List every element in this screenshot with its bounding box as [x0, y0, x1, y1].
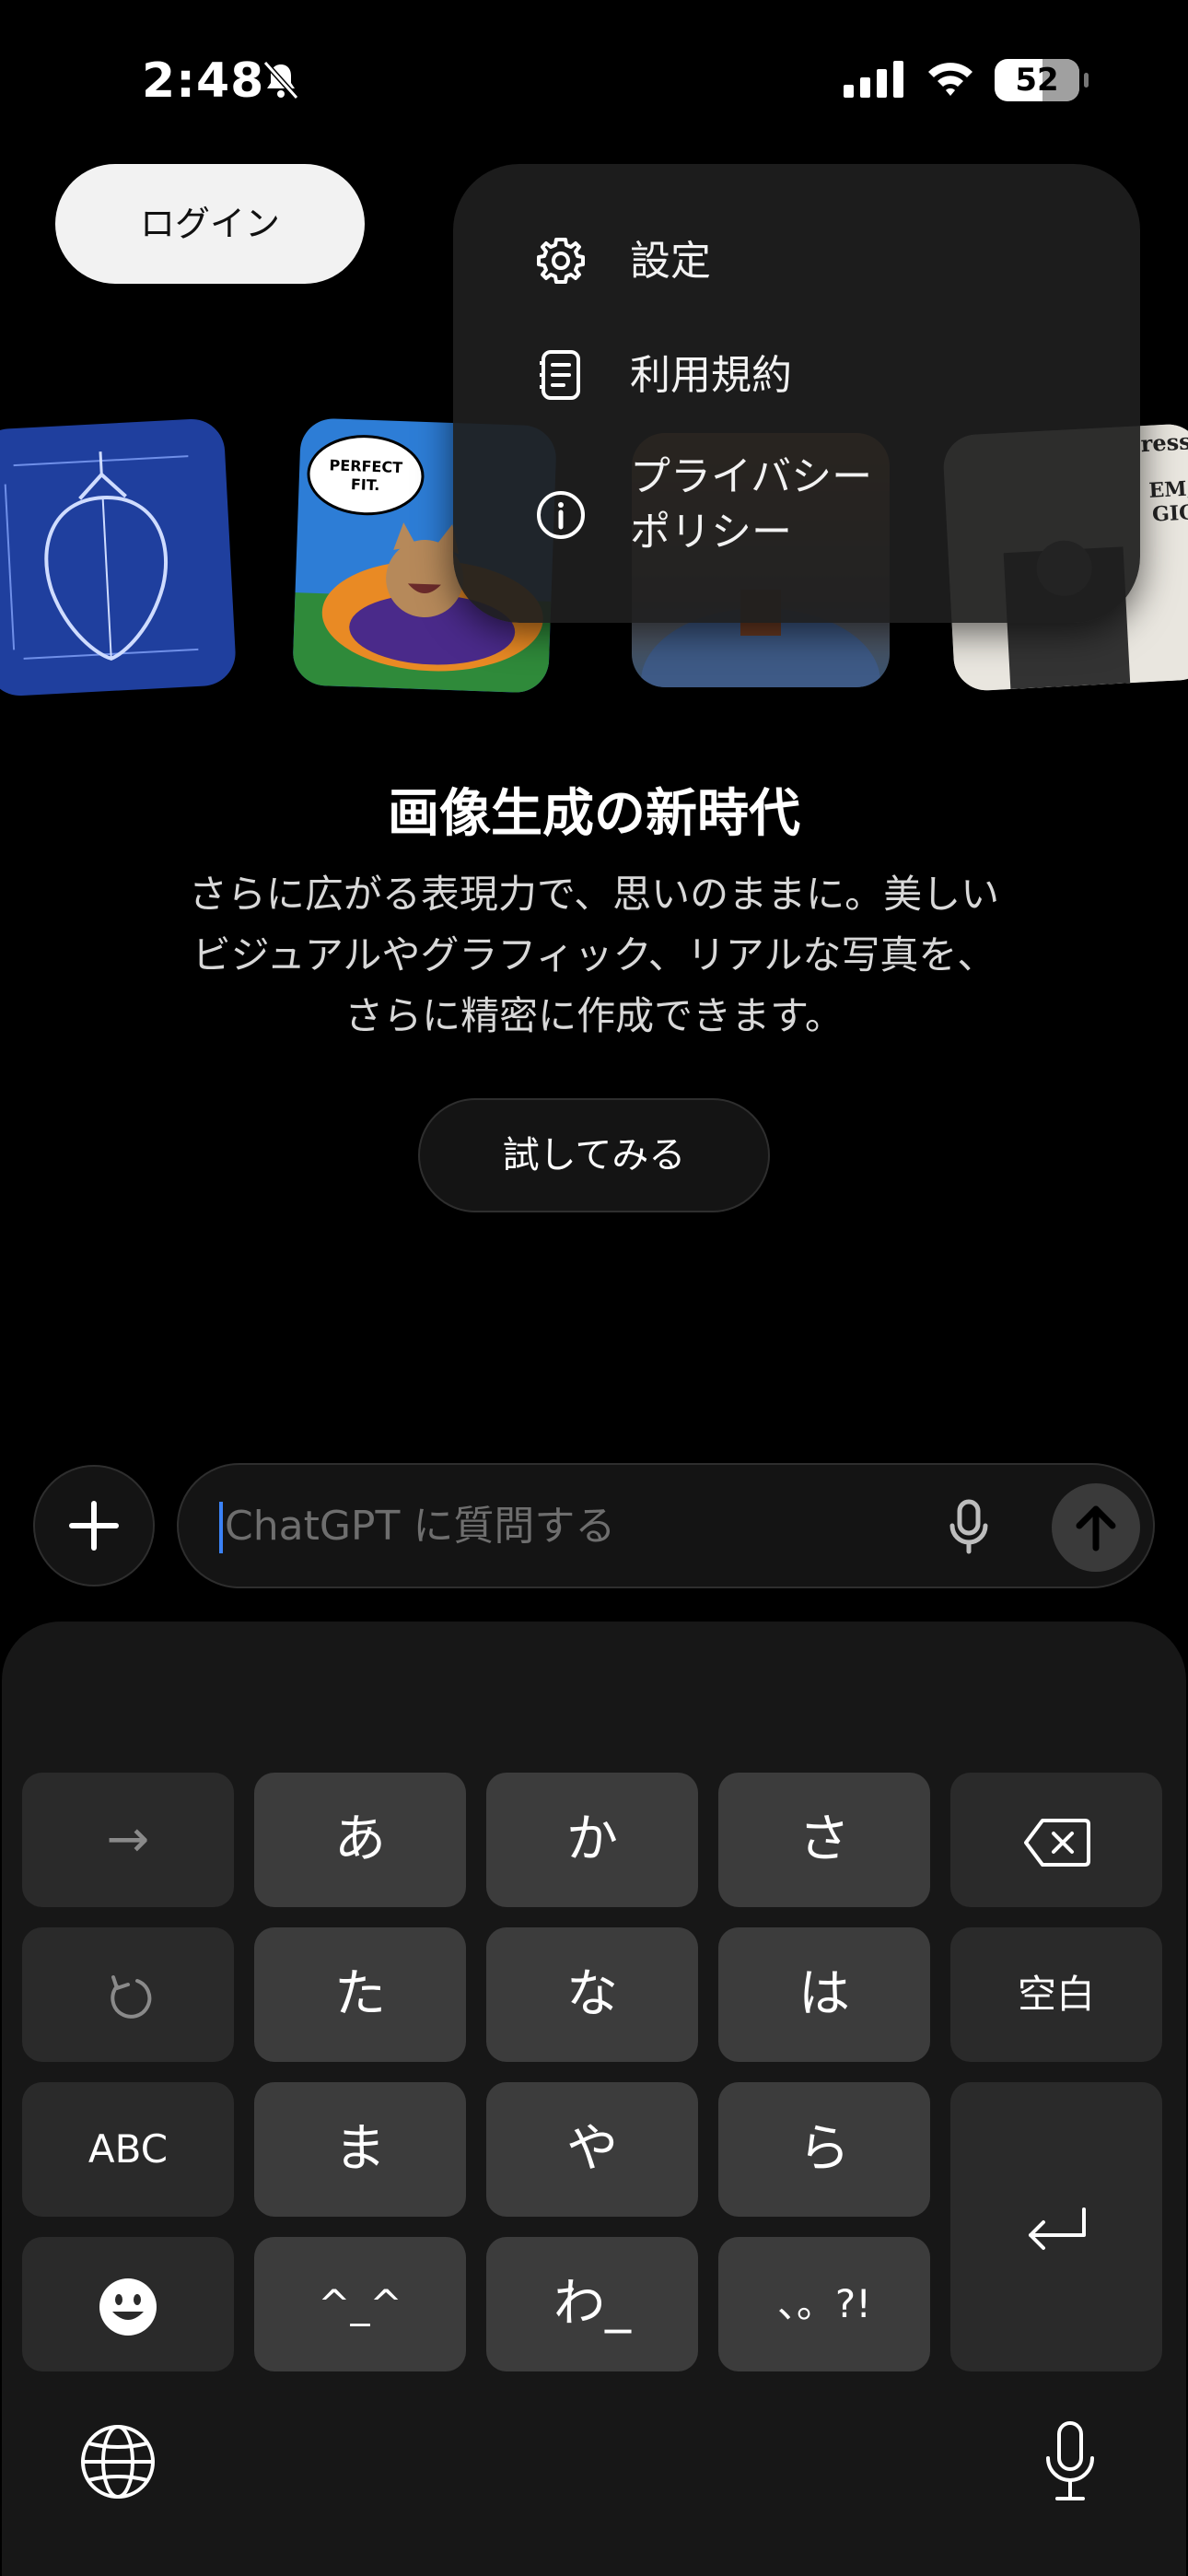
emoji-icon [99, 2277, 157, 2336]
promo-description-line1: さらに広がる表現力で、思いのままに。美しい [188, 872, 1000, 917]
add-attachment-button[interactable] [33, 1465, 155, 1587]
return-key[interactable] [950, 2082, 1162, 2371]
bell-slash-icon [262, 60, 299, 100]
menu-item-settings-label: 設定 [630, 238, 711, 285]
battery-icon: 52 [995, 59, 1089, 101]
key-ya[interactable]: や [486, 2082, 698, 2217]
dictation-icon[interactable] [1041, 2419, 1100, 2504]
key-ra[interactable]: ら [718, 2082, 930, 2217]
message-input[interactable]: ChatGPT に質問する [177, 1463, 1155, 1588]
text-caret [219, 1502, 223, 1553]
key-ha[interactable]: は [718, 1927, 930, 2062]
strawberry-blueprint-image [4, 451, 199, 661]
key-next-arrow[interactable]: → [22, 1773, 234, 1907]
menu-item-terms-label: 利用規約 [630, 352, 792, 399]
promo-description-line2: ビジュアルやグラフィック、リアルな写真を、 [192, 932, 996, 978]
menu-item-settings[interactable]: 設定 [453, 221, 1140, 304]
message-input-placeholder: ChatGPT に質問する [225, 1503, 616, 1550]
emoji-key[interactable] [22, 2237, 234, 2371]
privacy-label-line2: ポリシー [630, 509, 792, 556]
cat-bubble-line1: PERFECT [329, 456, 402, 476]
cat-bubble-line2: FIT. [351, 475, 380, 494]
arrow-up-icon [1076, 1505, 1116, 1551]
try-it-button[interactable]: 試してみる [418, 1098, 770, 1212]
document-icon [540, 350, 580, 400]
send-button[interactable] [1052, 1483, 1140, 1572]
cellular-signal-icon [844, 61, 903, 98]
microphone-icon[interactable] [939, 1496, 998, 1555]
delete-icon [1024, 1818, 1090, 1867]
privacy-label-line1: プライバシー [630, 453, 873, 500]
key-sa[interactable]: さ [718, 1773, 930, 1907]
wifi-icon [928, 63, 973, 96]
promo-description: さらに広がる表現力で、思いのままに。美しい ビジュアルやグラフィック、リアルな写… [111, 864, 1077, 1047]
key-ma[interactable]: ま [254, 2082, 466, 2217]
gear-icon [537, 238, 585, 284]
plus-icon [69, 1501, 119, 1551]
key-na[interactable]: な [486, 1927, 698, 2062]
news-headline-1: EM, [1148, 476, 1188, 503]
menu-item-privacy-policy[interactable]: プライバシー ポリシー [453, 450, 1140, 588]
key-wa[interactable]: わ_ [486, 2237, 698, 2371]
space-key[interactable]: 空白 [950, 1927, 1162, 2062]
overflow-menu: 設定 利用規約 プライバシー ポリシー [453, 164, 1140, 623]
key-ka[interactable]: か [486, 1773, 698, 1907]
undo-icon [111, 1974, 152, 2019]
return-icon [1029, 2207, 1086, 2250]
abc-key[interactable]: ABC [22, 2082, 234, 2217]
promo-description-line3: さらに精密に作成できます。 [344, 993, 844, 1038]
login-button[interactable]: ログイン [55, 164, 365, 284]
info-icon [537, 491, 585, 539]
japanese-keyboard: → あ か さ た な は 空白 ABC ま や ら ^_^ わ_ 、。?! [2, 1622, 1186, 2576]
carousel-tile-strawberry-blueprint[interactable] [0, 417, 238, 697]
battery-level: 52 [1015, 62, 1059, 99]
menu-item-privacy-label: プライバシー ポリシー [630, 450, 925, 560]
key-punctuation[interactable]: 、。?! [718, 2237, 930, 2371]
delete-key[interactable] [950, 1773, 1162, 1907]
key-ta[interactable]: た [254, 1927, 466, 2062]
key-kaomoji[interactable]: ^_^ [254, 2237, 466, 2371]
status-time: 2:48 [142, 53, 265, 109]
undo-key[interactable] [22, 1927, 234, 2062]
menu-item-terms[interactable]: 利用規約 [453, 337, 1140, 420]
promo-title: 画像生成の新時代 [388, 784, 800, 844]
news-masthead: ress [1140, 427, 1188, 457]
key-a[interactable]: あ [254, 1773, 466, 1907]
globe-icon[interactable] [79, 2423, 157, 2500]
news-headline-2: GIC [1151, 500, 1188, 526]
